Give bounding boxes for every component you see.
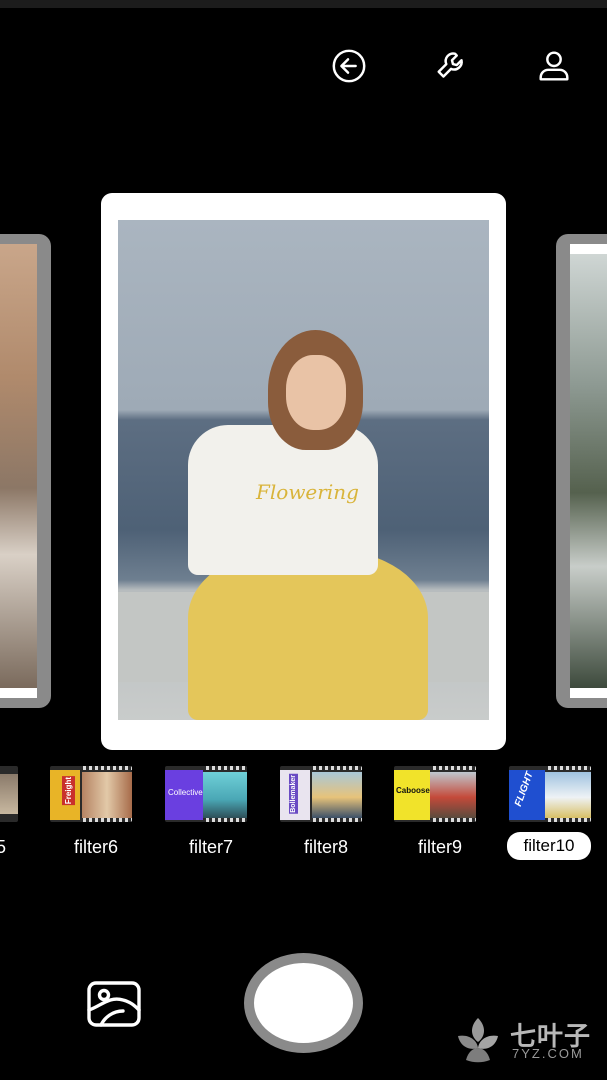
status-bar — [0, 0, 607, 8]
filter-item-filter9[interactable]: Caboose filter9 — [394, 764, 484, 864]
filter-thumbnail: Bollemaker — [280, 766, 362, 822]
filter-item-filter7[interactable]: Collective filter7 — [165, 764, 255, 864]
back-arrow-icon[interactable] — [329, 46, 369, 86]
gallery-icon — [87, 981, 141, 1027]
filter-item-5[interactable]: 5 — [0, 764, 30, 864]
current-photo-card[interactable]: Flowering — [101, 193, 506, 750]
wrench-icon[interactable] — [432, 46, 472, 86]
filter-label: filter7 — [188, 837, 233, 857]
photo-face — [286, 355, 346, 430]
watermark-subtitle: 7YZ.COM — [512, 1046, 584, 1061]
current-photo: Flowering — [118, 220, 489, 720]
gallery-button[interactable] — [86, 980, 142, 1028]
next-photo-card[interactable] — [556, 234, 607, 708]
photo-shirt: Flowering — [188, 425, 378, 575]
film-can-text: Caboose — [396, 786, 430, 795]
photo-skirt — [188, 550, 428, 720]
filter-thumbnail: Freight — [50, 766, 132, 822]
filter-thumbnail: Collective — [165, 766, 247, 822]
leaf-logo-icon — [458, 1018, 498, 1063]
filter-label: filter9 — [417, 837, 462, 857]
filter-item-filter10[interactable]: FLIGHT filter10 — [507, 764, 599, 864]
filter-item-filter6[interactable]: Freight filter6 — [50, 764, 140, 864]
filter-thumbnail — [0, 766, 18, 822]
filter-thumbnail: FLIGHT — [509, 766, 591, 822]
filter-label: 5 — [0, 837, 6, 857]
film-can-text: Freight — [62, 776, 75, 806]
filter-item-filter8[interactable]: Bollemaker filter8 — [280, 764, 370, 864]
shutter-button[interactable] — [244, 953, 363, 1053]
filter-strip: 5 Freight filter6 Collective filter7 Bol… — [0, 764, 607, 864]
shirt-text: Flowering — [256, 480, 359, 504]
filter-thumbnail: Caboose — [394, 766, 476, 822]
previous-photo — [0, 244, 37, 688]
watermark: 七叶子 7YZ.COM — [452, 1012, 602, 1068]
previous-photo-card[interactable] — [0, 234, 51, 708]
film-can-text: Collective — [168, 788, 203, 797]
filter-label-selected: filter10 — [507, 832, 591, 860]
shutter-inner — [262, 971, 345, 1035]
film-can-text: Bollemaker — [289, 774, 298, 814]
filter-label: filter8 — [303, 837, 348, 857]
filter-label: filter6 — [73, 837, 118, 857]
user-icon[interactable] — [534, 46, 574, 86]
next-photo — [570, 254, 607, 688]
